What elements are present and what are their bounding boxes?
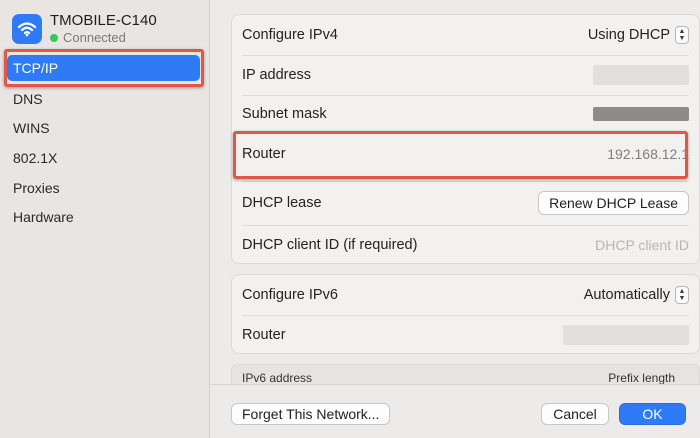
footer-bar: Forget This Network... Cancel OK xyxy=(211,384,700,438)
configure-ipv4-select[interactable]: Using DHCP ▲ ▼ xyxy=(588,26,689,44)
dhcp-lease-label: DHCP lease xyxy=(242,195,322,211)
tcpip-highlight-box xyxy=(4,49,204,87)
subnet-mask-label: Subnet mask xyxy=(242,106,327,122)
ipv6-address-header: IPv6 address xyxy=(242,371,313,385)
dhcp-client-id-input[interactable]: DHCP client ID xyxy=(595,237,689,253)
network-header: TMOBILE-C140 Connected xyxy=(12,12,157,46)
sidebar-item-hardware[interactable]: Hardware xyxy=(7,204,200,230)
subnet-mask-row: Subnet mask xyxy=(232,95,699,133)
configure-ipv6-value: Automatically xyxy=(583,287,670,303)
ipv6-router-row: Router xyxy=(232,315,699,355)
network-name: TMOBILE-C140 xyxy=(50,12,157,29)
configure-ipv6-row: Configure IPv6 Automatically ▲ ▼ xyxy=(232,275,699,315)
renew-dhcp-lease-button[interactable]: Renew DHCP Lease xyxy=(538,191,689,215)
network-status-text: Connected xyxy=(63,30,126,45)
main-content: Configure IPv4 Using DHCP ▲ ▼ IP address … xyxy=(211,0,700,438)
configure-ipv6-select[interactable]: Automatically ▲ ▼ xyxy=(584,286,689,304)
prefix-length-header: Prefix length xyxy=(608,371,675,385)
sidebar-item-wins[interactable]: WINS xyxy=(7,115,200,141)
ip-address-redacted xyxy=(593,65,689,85)
subnet-mask-redacted xyxy=(593,107,689,121)
stepper-icon: ▲ ▼ xyxy=(675,286,689,304)
status-dot-icon xyxy=(50,34,58,42)
forget-network-button[interactable]: Forget This Network... xyxy=(231,403,391,425)
dhcp-lease-row: DHCP lease Renew DHCP Lease xyxy=(232,183,699,223)
cancel-button[interactable]: Cancel xyxy=(541,403,609,425)
sidebar-item-dns[interactable]: DNS xyxy=(7,86,200,112)
configure-ipv6-label: Configure IPv6 xyxy=(242,287,338,303)
dhcp-client-id-row: DHCP client ID (if required) DHCP client… xyxy=(232,225,699,265)
wifi-icon xyxy=(12,14,42,44)
configure-ipv4-value: Using DHCP xyxy=(587,27,670,43)
stepper-icon: ▲ ▼ xyxy=(675,26,689,44)
ip-address-label: IP address xyxy=(242,67,312,83)
ip-address-row: IP address xyxy=(232,55,699,95)
network-status: Connected xyxy=(50,30,157,46)
sidebar-item-8021x[interactable]: 802.1X xyxy=(7,145,200,171)
configure-ipv4-row: Configure IPv4 Using DHCP ▲ ▼ xyxy=(232,15,699,55)
ipv6-router-redacted xyxy=(563,325,689,345)
router-highlight-box xyxy=(233,131,688,179)
divider xyxy=(242,181,689,182)
ipv6-panel: Configure IPv6 Automatically ▲ ▼ Router xyxy=(231,274,700,354)
ok-button[interactable]: OK xyxy=(619,403,686,425)
configure-ipv4-label: Configure IPv4 xyxy=(242,27,338,43)
dhcp-client-id-label: DHCP client ID (if required) xyxy=(242,237,418,253)
sidebar-item-proxies[interactable]: Proxies xyxy=(7,175,200,201)
ipv6-router-label: Router xyxy=(242,327,286,343)
